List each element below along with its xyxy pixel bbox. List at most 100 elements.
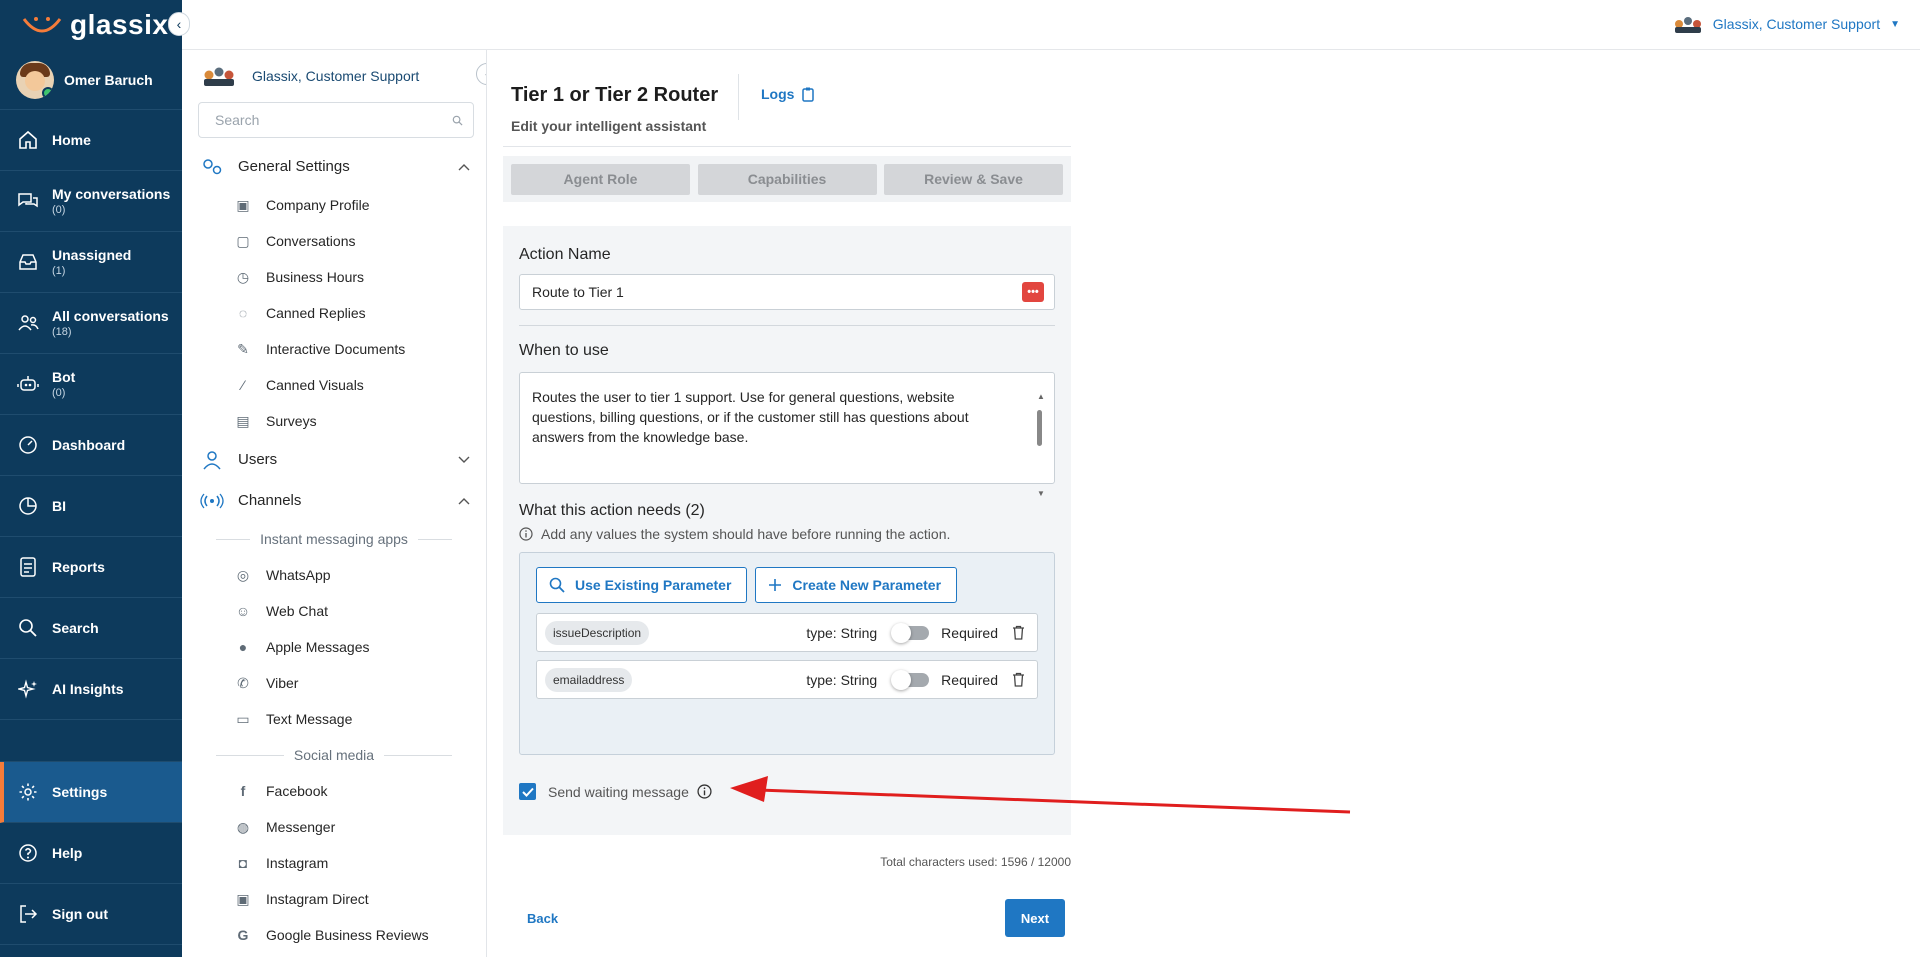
settings-search[interactable] [198, 102, 474, 138]
settings-item-web-chat[interactable]: ☺ Web Chat [182, 593, 486, 629]
hint-text: Add any values the system should have be… [541, 526, 951, 542]
item-label: Canned Replies [266, 305, 366, 321]
nav-search[interactable]: Search [0, 598, 182, 659]
button-label: Create New Parameter [792, 577, 942, 593]
textarea-scrollbar[interactable]: ▲ ▼ [1037, 387, 1045, 498]
trash-icon[interactable] [1012, 625, 1025, 640]
next-button[interactable]: Next [1005, 899, 1065, 937]
characters-used: Total characters used: 1596 / 12000 [880, 855, 1071, 869]
settings-item-viber[interactable]: ✆ Viber [182, 665, 486, 701]
nav-spacer [0, 720, 182, 762]
password-manager-icon[interactable]: ••• [1022, 282, 1044, 302]
chevron-up-icon [458, 492, 470, 509]
google-icon: G [237, 927, 249, 943]
nav-label: BI [52, 498, 66, 514]
item-label: Messenger [266, 819, 336, 835]
required-toggle[interactable] [891, 622, 930, 643]
group-divider-social: Social media [182, 737, 486, 773]
settings-item-business-hours[interactable]: ◷ Business Hours [182, 259, 486, 295]
group-label: Instant messaging apps [260, 531, 408, 547]
settings-item-apple-messages[interactable]: ● Apple Messages [182, 629, 486, 665]
settings-item-text-message[interactable]: ▭ Text Message [182, 701, 486, 737]
parameter-name-chip: emailaddress [545, 667, 633, 692]
collapse-settings-button[interactable]: ‹ [476, 63, 486, 85]
search-icon [452, 115, 463, 126]
section-label: Users [238, 451, 278, 468]
nav-unassigned[interactable]: Unassigned (1) [0, 232, 182, 293]
settings-item-instagram-direct[interactable]: ▣ Instagram Direct [182, 881, 486, 917]
item-label: Conversations [266, 233, 356, 249]
when-to-use-textarea[interactable]: Routes the user to tier 1 support. Use f… [519, 372, 1055, 498]
settings-item-whatsapp[interactable]: ◎ WhatsApp [182, 557, 486, 593]
item-label: Instagram Direct [266, 891, 369, 907]
send-waiting-message-checkbox[interactable] [519, 783, 536, 800]
nav-bi[interactable]: BI [0, 476, 182, 537]
chat-bubbles-icon [16, 189, 40, 213]
when-to-use-label: When to use [519, 342, 609, 359]
required-toggle[interactable] [891, 669, 930, 690]
step-review-save[interactable]: Review & Save [884, 163, 1063, 195]
gauge-icon [16, 433, 40, 457]
instagram-direct-icon: ▣ [236, 890, 250, 907]
trash-icon[interactable] [1012, 672, 1025, 687]
nav-help[interactable]: Help [0, 823, 182, 884]
nav-bot[interactable]: Bot (0) [0, 354, 182, 415]
action-name-field[interactable]: Route to Tier 1 ••• [519, 274, 1055, 310]
back-button[interactable]: Back [527, 911, 558, 926]
nav-my-conversations[interactable]: My conversations (0) [0, 171, 182, 232]
nav-dashboard[interactable]: Dashboard [0, 415, 182, 476]
annotation-arrow [730, 776, 1351, 814]
nav-count: (1) [52, 265, 66, 277]
magic-wand-icon: ⁄ [241, 377, 245, 393]
action-name-label: Action Name [519, 246, 611, 263]
help-icon [16, 841, 40, 865]
divider [519, 325, 1055, 326]
nav-label: Home [52, 132, 91, 148]
user-profile[interactable]: Omer Baruch [0, 50, 182, 110]
instagram-icon: ◘ [238, 855, 248, 871]
settings-item-canned-replies[interactable]: ◌ Canned Replies [182, 295, 486, 331]
settings-item-conversations[interactable]: ▢ Conversations [182, 223, 486, 259]
settings-item-google-business-reviews[interactable]: G Google Business Reviews [182, 917, 486, 953]
item-label: Text Message [266, 711, 353, 727]
account-switcher[interactable]: Glassix, Customer Support ▼ [1673, 14, 1900, 34]
settings-item-canned-visuals[interactable]: ⁄ Canned Visuals [182, 367, 486, 403]
nav-home[interactable]: Home [0, 110, 182, 171]
use-existing-parameter-button[interactable]: Use Existing Parameter [536, 567, 748, 603]
nav-reports[interactable]: Reports [0, 537, 182, 598]
nav-sign-out[interactable]: Sign out [0, 884, 182, 945]
account-name: Glassix, Customer Support [1712, 16, 1881, 32]
nav-count: (0) [52, 387, 66, 399]
nav-ai-insights[interactable]: AI Insights [0, 659, 182, 720]
info-icon[interactable] [697, 784, 712, 799]
logs-link[interactable]: Logs [761, 86, 815, 102]
nav-label: Help [52, 845, 83, 861]
nav-settings[interactable]: Settings [0, 762, 182, 823]
settings-item-messenger[interactable]: ◍ Messenger [182, 809, 486, 845]
item-label: Facebook [266, 783, 328, 799]
section-users[interactable]: Users [182, 439, 486, 480]
step-agent-role[interactable]: Agent Role [511, 163, 690, 195]
item-label: WhatsApp [266, 567, 331, 583]
brand-name: glassix [70, 9, 169, 40]
section-general-settings[interactable]: General Settings [182, 146, 486, 187]
sign-out-icon [16, 902, 40, 926]
send-waiting-message-label: Send waiting message [548, 783, 689, 800]
when-to-use-text: Routes the user to tier 1 support. Use f… [532, 389, 969, 445]
document-edit-icon: ✎ [237, 340, 249, 357]
nav-label: AI Insights [52, 681, 124, 697]
button-label: Use Existing Parameter [575, 577, 732, 593]
create-new-parameter-button[interactable]: Create New Parameter [755, 567, 958, 603]
settings-item-interactive-documents[interactable]: ✎ Interactive Documents [182, 331, 486, 367]
settings-item-facebook[interactable]: f Facebook [182, 773, 486, 809]
step-capabilities[interactable]: Capabilities [697, 163, 877, 195]
section-channels[interactable]: Channels [182, 480, 486, 521]
settings-item-instagram[interactable]: ◘ Instagram [182, 845, 486, 881]
report-icon [16, 555, 40, 579]
settings-item-surveys[interactable]: ▤ Surveys [182, 403, 486, 439]
settings-search-input[interactable] [215, 112, 415, 128]
nav-all-conversations[interactable]: All conversations (18) [0, 293, 182, 354]
settings-item-company-profile[interactable]: ▣ Company Profile [182, 187, 486, 223]
parameter-row: emailaddress type: String Required [536, 660, 1038, 699]
chevron-down-icon [458, 451, 470, 468]
